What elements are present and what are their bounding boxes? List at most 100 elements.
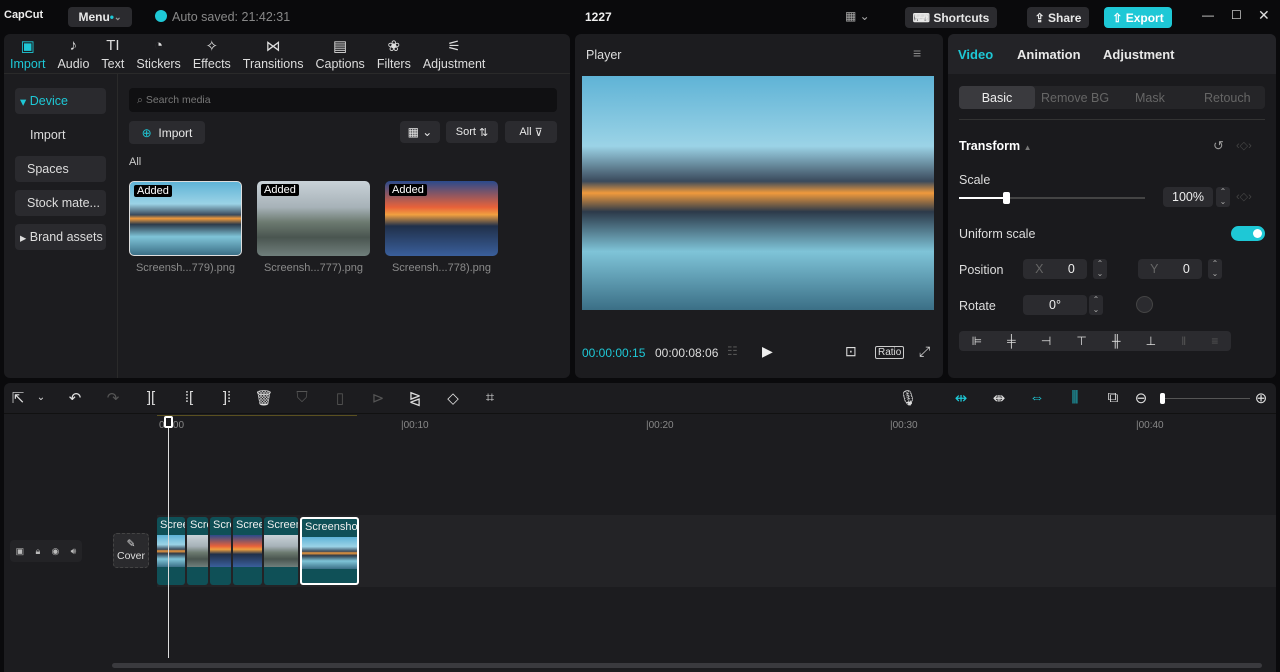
position-y-stepper[interactable]: ⌃ ⌄ — [1208, 259, 1222, 279]
crop-icon[interactable]: ⌗ — [480, 389, 500, 406]
view-toggle-button[interactable]: ▦ ⌄ — [400, 121, 440, 143]
keyframe-icon[interactable]: ‹◇› — [1236, 190, 1252, 203]
cover-button[interactable]: ✎ Cover — [113, 533, 149, 568]
position-x-stepper[interactable]: ⌃ ⌄ — [1093, 259, 1107, 279]
sidebar-item-stock[interactable]: Stock mate... — [15, 190, 106, 216]
mirror-icon[interactable]: ⧎ — [405, 389, 425, 407]
tab-adjustment[interactable]: ⚟ Adjustment — [417, 34, 492, 73]
tab-audio[interactable]: ♪ Audio — [51, 34, 95, 73]
tab-transitions[interactable]: ⋈ Transitions — [237, 34, 310, 73]
lock-icon[interactable]: 🔒︎ — [35, 546, 40, 557]
transform-heading[interactable]: Transform ▲ — [959, 139, 1032, 153]
select-tool-icon[interactable]: ⇱ — [8, 389, 28, 407]
import-button[interactable]: ⊕ Import — [129, 121, 205, 144]
split-left-icon[interactable]: ⁞[ — [179, 389, 199, 406]
eye-icon[interactable]: ◉ — [52, 546, 60, 557]
distribute-v-icon[interactable]: ≡ — [1211, 334, 1218, 348]
position-y-input[interactable]: Y0 — [1138, 259, 1202, 279]
rotate-icon[interactable]: ◇ — [443, 389, 463, 407]
shortcuts-button[interactable]: ⌨ Shortcuts — [905, 7, 997, 28]
distribute-h-icon[interactable]: ‖ — [1181, 334, 1186, 348]
sidebar-item-import[interactable]: Import — [15, 122, 106, 148]
align-bottom-icon[interactable]: ⊥ — [1146, 334, 1156, 348]
fit-timeline-icon[interactable]: ⧉ — [1103, 389, 1123, 406]
layout-icon[interactable]: ▦ ⌄ — [845, 9, 870, 23]
align-top-icon[interactable]: ⊤ — [1076, 334, 1086, 348]
microphone-icon[interactable]: 🎙 — [898, 389, 918, 407]
shield-icon[interactable]: ⛉ — [292, 389, 312, 406]
tab-stickers[interactable]: ◔ Stickers — [130, 34, 186, 73]
subtab-mask[interactable]: Mask — [1135, 91, 1165, 105]
redo-icon[interactable]: ↷ — [103, 389, 123, 407]
tab-text[interactable]: TI Text — [95, 34, 130, 73]
scale-input[interactable]: 100% — [1163, 187, 1213, 207]
tab-effects[interactable]: ✧ Effects — [187, 34, 237, 73]
link-icon[interactable]: ⇼ — [989, 389, 1009, 407]
preview-axis-icon[interactable]: ⇔ — [1027, 389, 1047, 406]
close-button[interactable]: ✕ — [1258, 7, 1270, 24]
zoom-out-icon[interactable]: ⊖ — [1131, 389, 1151, 407]
align-center-v-icon[interactable]: ╫ — [1112, 334, 1121, 348]
ratio-button[interactable]: Ratio — [875, 346, 905, 359]
sort-button[interactable]: Sort ⇅ — [446, 121, 498, 143]
uniform-scale-toggle[interactable] — [1231, 226, 1265, 241]
tab-import[interactable]: ▣ Import — [4, 34, 51, 73]
minimize-button[interactable]: — — [1202, 8, 1214, 22]
tab-animation[interactable]: Animation — [1017, 47, 1081, 62]
filter-button[interactable]: All ⊽ — [505, 121, 557, 143]
maximize-button[interactable]: ☐ — [1231, 8, 1242, 22]
position-x-input[interactable]: X0 — [1023, 259, 1087, 279]
split-icon[interactable]: ][ — [141, 389, 161, 406]
tab-video[interactable]: Video — [958, 47, 993, 62]
timeline-grid-icon[interactable]: ☷ — [727, 344, 738, 358]
scale-stepper[interactable]: ⌃ ⌄ — [1216, 187, 1230, 207]
subtab-retouch[interactable]: Retouch — [1204, 91, 1251, 105]
play-button[interactable]: ▶ — [762, 343, 773, 360]
slider-handle[interactable] — [1160, 393, 1165, 404]
search-input[interactable]: ⌕ Search media — [129, 88, 557, 112]
media-item[interactable]: Added Screensh...779).png — [129, 181, 242, 274]
menu-icon[interactable]: ≡ — [913, 45, 921, 61]
play-circle-icon[interactable]: ⊳ — [368, 389, 388, 407]
timeline-clip[interactable]: Screenshot — [157, 517, 185, 585]
align-left-icon[interactable]: ⊫ — [972, 334, 982, 348]
sidebar-item-device[interactable]: ▾ Device — [15, 88, 106, 114]
scale-slider[interactable] — [959, 192, 1145, 204]
timeline-clip[interactable]: Screenshot — [210, 517, 231, 585]
tab-adjustment-props[interactable]: Adjustment — [1103, 47, 1175, 62]
freeze-icon[interactable]: ▯ — [330, 389, 350, 407]
sidebar-item-spaces[interactable]: Spaces — [15, 156, 106, 182]
align-right-icon[interactable]: ⊣ — [1041, 334, 1051, 348]
subtab-remove-bg[interactable]: Remove BG — [1041, 91, 1109, 105]
rotate-dial[interactable] — [1136, 296, 1153, 313]
zoom-slider[interactable] — [1160, 393, 1250, 404]
media-item[interactable]: Added Screensh...777).png — [257, 181, 370, 274]
tab-filters[interactable]: ❀ Filters — [371, 34, 417, 73]
align-center-h-icon[interactable]: ╪ — [1007, 334, 1016, 348]
track-video-icon[interactable]: ▣ — [16, 546, 25, 557]
snap-icon[interactable]: ⫼ — [1065, 389, 1085, 406]
share-button[interactable]: ⇪ Share — [1027, 7, 1089, 28]
menu-button[interactable]: Menu • ⌄ — [68, 7, 132, 27]
fullscreen-icon[interactable]: ⤢ — [919, 343, 930, 360]
horizontal-scrollbar[interactable] — [112, 663, 1262, 668]
timeline-clip-selected[interactable]: Screenshot — [300, 517, 359, 585]
zoom-in-icon[interactable]: ⊕ — [1251, 389, 1271, 407]
sidebar-item-brand[interactable]: ▸ Brand assets — [15, 224, 106, 250]
slider-handle[interactable] — [1002, 192, 1010, 204]
playhead[interactable] — [164, 416, 173, 658]
subtab-basic[interactable]: Basic — [959, 86, 1035, 109]
rotate-input[interactable]: 0° — [1023, 295, 1087, 315]
export-button[interactable]: ⇧ Export — [1104, 7, 1172, 28]
fit-icon[interactable]: ⊡ — [845, 343, 857, 360]
timeline-clip[interactable]: Screenshot — [187, 517, 208, 585]
reset-icon[interactable]: ↺ — [1213, 138, 1224, 154]
magnet-icon[interactable]: ⇹ — [951, 389, 971, 407]
timeline-clip[interactable]: Screenshot — [233, 517, 262, 585]
keyframe-icon[interactable]: ‹◇› — [1236, 139, 1252, 152]
tab-captions[interactable]: ▤ Captions — [309, 34, 370, 73]
timeline-clip[interactable]: Screenshot — [264, 517, 298, 585]
undo-icon[interactable]: ↶ — [65, 389, 85, 407]
chevron-down-icon[interactable]: ⌄ — [31, 392, 51, 403]
speaker-icon[interactable]: 🔊︎ — [71, 546, 77, 557]
